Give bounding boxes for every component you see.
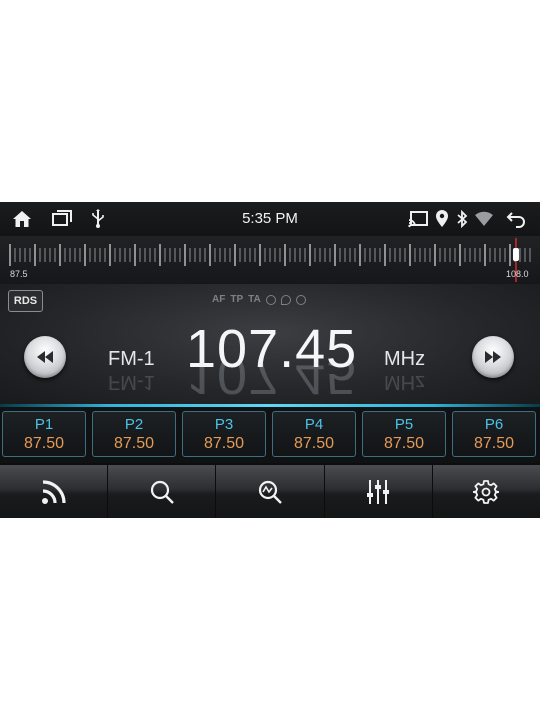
preset-frequency: 87.50: [473, 435, 515, 452]
loop-icon: [265, 294, 276, 305]
back-icon[interactable]: [506, 209, 526, 229]
frequency-reflection: 107.45: [186, 362, 358, 405]
preset-label: P2: [124, 416, 144, 433]
settings-button[interactable]: [432, 465, 540, 518]
preset-label: P5: [394, 416, 414, 433]
preset-button-3[interactable]: P3 87.50: [182, 411, 266, 457]
search-icon: [280, 294, 291, 305]
preset-bar: P1 87.50 P2 87.50 P3 87.50 P4 87.50 P5 8…: [0, 407, 540, 463]
radio-screen: 5:35 PM 87.5 108.0 RDS AF TP TA FM-1 FM-…: [0, 202, 540, 518]
scale-min-label: 87.5: [10, 269, 28, 279]
rds-feed-button[interactable]: [0, 465, 109, 518]
home-icon[interactable]: [12, 209, 32, 229]
preset-frequency: 87.50: [23, 435, 65, 452]
tuner-knob[interactable]: [512, 248, 519, 261]
preset-label: P6: [484, 416, 504, 433]
usb-icon: [88, 209, 108, 229]
flag-tp: TP: [230, 294, 244, 305]
preset-frequency: 87.50: [203, 435, 245, 452]
flag-ta: TA: [248, 294, 261, 305]
equalizer-icon: [367, 479, 390, 504]
search-icon: [150, 480, 174, 504]
seek-forward-button[interactable]: [472, 336, 514, 378]
equalizer-button[interactable]: [324, 465, 433, 518]
flag-af: AF: [212, 294, 226, 305]
band-label: FM-1: [108, 348, 155, 370]
preset-button-6[interactable]: P6 87.50: [452, 411, 536, 457]
fast-forward-icon: [485, 351, 501, 363]
preset-button-1[interactable]: P1 87.50: [2, 411, 86, 457]
rewind-icon: [37, 351, 53, 363]
preset-button-5[interactable]: P5 87.50: [362, 411, 446, 457]
wifi-icon: [474, 209, 494, 229]
frequency-display: RDS AF TP TA FM-1 FM-1 107.45 107.45 MHz…: [0, 284, 540, 406]
preset-frequency: 87.50: [113, 435, 155, 452]
preset-button-4[interactable]: P4 87.50: [272, 411, 356, 457]
location-icon: [432, 209, 452, 229]
scale-max-label: 108.0: [506, 269, 529, 279]
rss-icon: [41, 479, 66, 504]
scan-icon: [295, 294, 306, 305]
preset-button-2[interactable]: P2 87.50: [92, 411, 176, 457]
bluetooth-icon: [452, 209, 472, 229]
status-clock: 5:35 PM: [242, 210, 298, 227]
status-bar: 5:35 PM: [0, 202, 540, 236]
tuner-scale-ticks: [9, 238, 531, 282]
band-label-reflection: FM-1: [108, 371, 155, 393]
tuner-scale[interactable]: 87.5 108.0: [0, 236, 540, 285]
settings-icon: [473, 479, 500, 504]
preset-label: P3: [214, 416, 234, 433]
frequency-unit-reflection: MHz: [384, 371, 426, 393]
seek-back-button[interactable]: [24, 336, 66, 378]
preset-label: P4: [304, 416, 324, 433]
search-button[interactable]: [108, 465, 217, 518]
preset-label: P1: [34, 416, 54, 433]
preset-frequency: 87.50: [293, 435, 335, 452]
bottom-toolbar: [0, 465, 540, 518]
rds-flags: AF TP TA: [212, 294, 306, 305]
scan-button[interactable]: [216, 465, 325, 518]
frequency-unit: MHz: [384, 348, 426, 370]
rds-button[interactable]: RDS: [8, 290, 43, 312]
preset-frequency: 87.50: [383, 435, 425, 452]
recent-apps-icon[interactable]: [52, 209, 72, 229]
scan-icon: [258, 480, 282, 504]
cast-icon: [408, 209, 428, 229]
